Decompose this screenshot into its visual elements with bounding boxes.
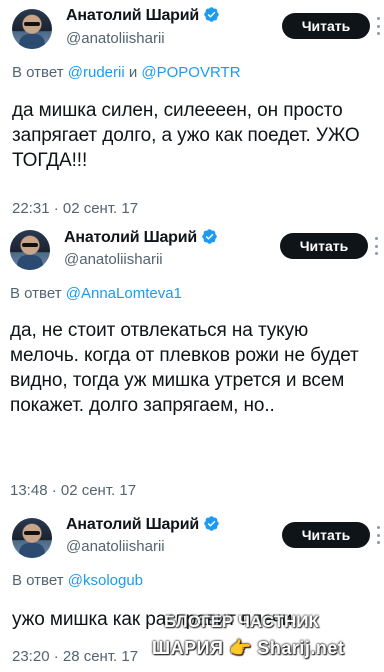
verified-badge-icon: [204, 516, 219, 531]
watermark-line-2: ШАРИЯ 👉 Sharij.net: [152, 638, 345, 658]
tweet-body: ужо мишка как расправит плечи...: [12, 609, 308, 630]
avatar[interactable]: [12, 518, 52, 558]
author-name[interactable]: Анатолий Шарий: [66, 516, 199, 533]
follow-button[interactable]: Читать: [282, 522, 370, 548]
tweet-body: да мишка силен, силеееен, он просто запр…: [12, 100, 360, 171]
reply-joiner: и: [128, 64, 138, 81]
reply-prefix: В ответ: [12, 572, 64, 589]
reply-mention-link[interactable]: @ruderii: [68, 64, 125, 81]
more-options-icon[interactable]: [377, 526, 383, 544]
follow-button[interactable]: Читать: [282, 13, 370, 39]
tweet-timestamp[interactable]: 23:20 · 28 сент. 17: [12, 648, 138, 665]
more-options-icon[interactable]: [377, 17, 383, 35]
verified-badge-icon: [204, 7, 219, 22]
author-name-row[interactable]: Анатолий Шарий: [66, 6, 220, 25]
avatar[interactable]: [12, 9, 52, 49]
reply-mention-link[interactable]: @POPOVRTR: [141, 64, 240, 81]
author-name[interactable]: Анатолий Шарий: [66, 7, 199, 24]
tweet-timestamp[interactable]: 22:31 · 02 сент. 17: [12, 200, 138, 217]
author-handle[interactable]: @anatoliisharii: [66, 538, 165, 555]
author-handle[interactable]: @anatoliisharii: [64, 251, 163, 268]
more-options-icon[interactable]: [375, 237, 381, 255]
reply-mention-link[interactable]: @AnnaLomteva1: [66, 285, 182, 302]
reply-prefix: В ответ: [10, 285, 62, 302]
tweet-body: да, не стоит отвлекаться на тукую мелочь…: [10, 320, 359, 416]
tweet-timestamp[interactable]: 13:48 · 02 сент. 17: [10, 482, 136, 499]
reply-context: В ответ @AnnaLomteva1: [10, 285, 182, 302]
author-handle[interactable]: @anatoliisharii: [66, 30, 165, 47]
reply-prefix: В ответ: [12, 64, 64, 81]
author-name[interactable]: Анатолий Шарий: [64, 229, 197, 246]
author-name-row[interactable]: Анатолий Шарий: [66, 515, 220, 534]
verified-badge-icon: [202, 229, 217, 244]
reply-mention-link[interactable]: @ksologub: [68, 572, 143, 589]
reply-context: В ответ @ksologub: [12, 572, 143, 589]
avatar[interactable]: [10, 230, 50, 270]
author-name-row[interactable]: Анатолий Шарий: [64, 228, 218, 247]
follow-button[interactable]: Читать: [280, 233, 368, 259]
reply-context: В ответ @ruderii и @POPOVRTR: [12, 64, 241, 81]
